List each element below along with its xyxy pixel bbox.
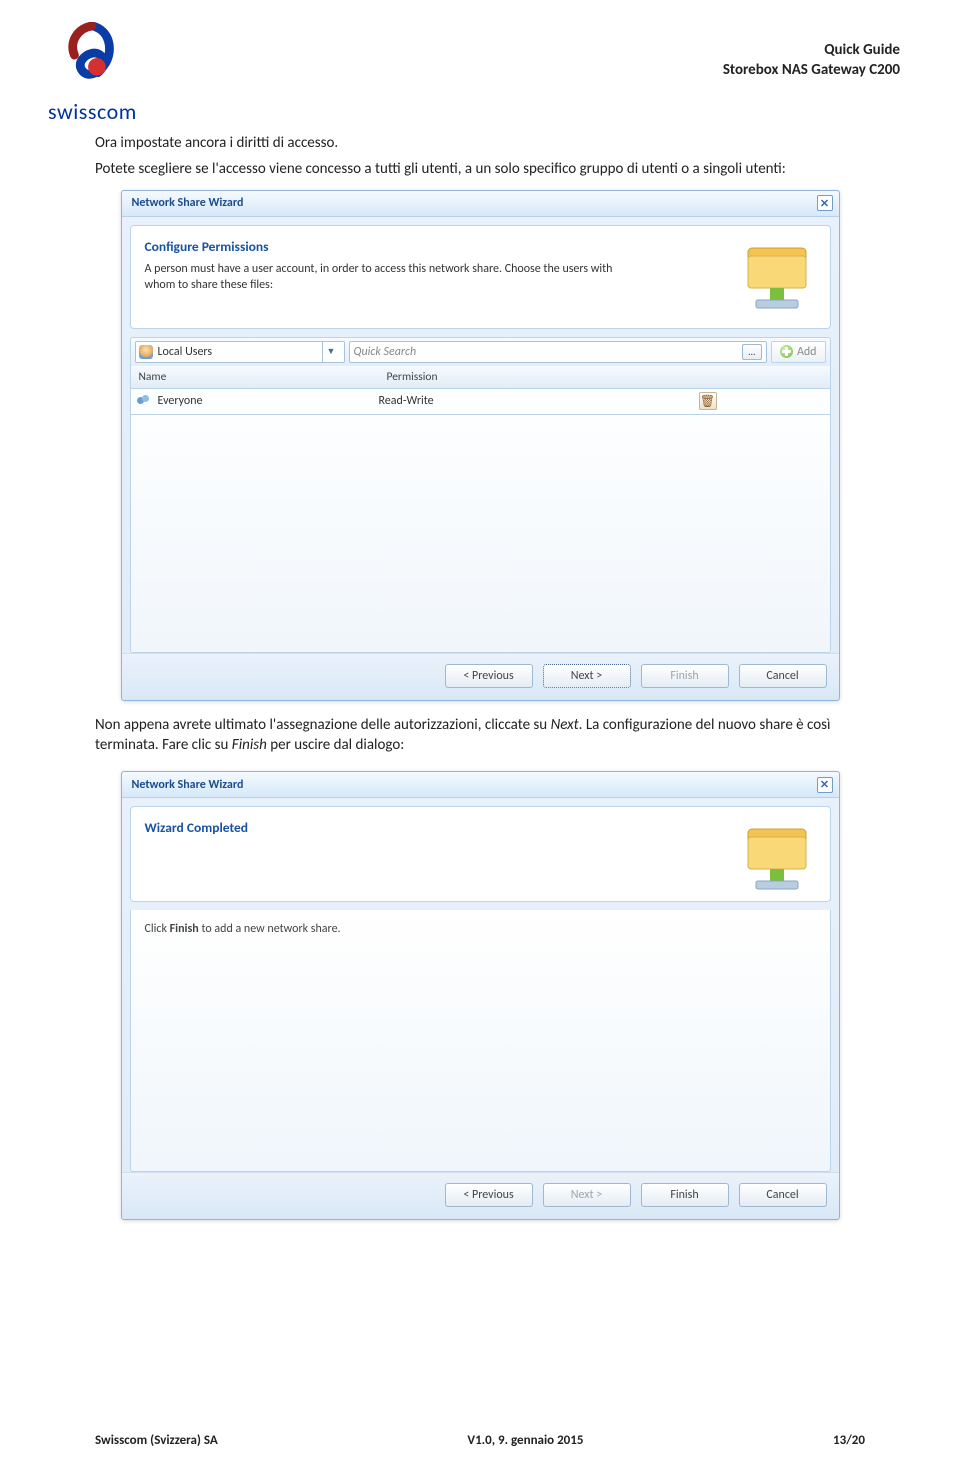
quick-search-placeholder: Quick Search (354, 345, 736, 359)
between-text: Non appena avrete ultimato l'assegnazion… (0, 701, 960, 762)
wizard-completed: Network Share Wizard ✕ Wizard Completed … (121, 771, 840, 1220)
page-footer: Swisscom (Svizzera) SA V1.0, 9. gennaio … (0, 1433, 960, 1448)
intro-p2: Potete scegliere se l'accesso viene conc… (95, 159, 865, 179)
wizard-footer: < Previous Next > Finish Cancel (122, 653, 839, 700)
permissions-toolbar: Local Users ▼ Quick Search … Add (130, 337, 831, 366)
footer-center: V1.0, 9. gennaio 2015 (467, 1433, 583, 1448)
wizard-title: Network Share Wizard (132, 196, 244, 210)
previous-button[interactable]: < Previous (445, 1183, 533, 1207)
wizard-titlebar: Network Share Wizard ✕ (122, 191, 839, 217)
user-scope-label: Local Users (158, 345, 213, 359)
add-label: Add (797, 345, 817, 359)
col-permission: Permission (379, 366, 699, 388)
doc-title-line2: Storebox NAS Gateway C200 (723, 60, 900, 80)
cancel-button[interactable]: Cancel (739, 664, 827, 688)
page-header: swisscom Quick Guide Storebox NAS Gatewa… (0, 0, 960, 125)
user-icon (139, 345, 153, 359)
group-icon (137, 395, 152, 408)
next-button[interactable]: Next > (543, 664, 631, 688)
finish-button[interactable]: Finish (641, 664, 729, 688)
network-folder-icon (738, 234, 820, 316)
permissions-blank-area (130, 415, 831, 653)
row-permission: Read-Write (379, 394, 699, 408)
swisscom-logo-icon (53, 22, 131, 100)
close-icon[interactable]: ✕ (817, 195, 833, 211)
plus-icon (780, 345, 793, 358)
footer-right: 13/20 (833, 1433, 865, 1448)
intro-text: Ora impostate ancora i diritti di access… (0, 125, 960, 180)
wizard-header-panel: Wizard Completed (130, 806, 831, 902)
wizard-titlebar: Network Share Wizard ✕ (122, 772, 839, 798)
brand-name: swisscom (48, 98, 137, 125)
wizard-header-panel: Configure Permissions A person must have… (130, 225, 831, 329)
cancel-button[interactable]: Cancel (739, 1183, 827, 1207)
table-row: Everyone Read-Write 🗑 (130, 389, 831, 415)
wizard-footer: < Previous Next > Finish Cancel (122, 1172, 839, 1219)
next-button[interactable]: Next > (543, 1183, 631, 1207)
previous-button[interactable]: < Previous (445, 664, 533, 688)
wizard-heading: Wizard Completed (145, 819, 816, 836)
network-folder-icon (738, 815, 820, 897)
footer-left: Swisscom (Svizzera) SA (95, 1433, 218, 1448)
row-name: Everyone (158, 394, 203, 408)
chevron-down-icon: ▼ (322, 342, 340, 362)
permissions-header-row: Name Permission (130, 366, 831, 389)
col-name: Name (131, 366, 379, 388)
close-icon[interactable]: ✕ (817, 777, 833, 793)
wizard-body: Click Finish to add a new network share. (130, 910, 831, 1172)
quick-search-input[interactable]: Quick Search … (349, 341, 767, 363)
delete-icon[interactable]: 🗑 (699, 392, 717, 410)
brand-logo: swisscom (48, 22, 137, 125)
intro-p1: Ora impostate ancora i diritti di access… (95, 133, 865, 153)
wizard-heading: Configure Permissions (145, 238, 816, 255)
add-button[interactable]: Add (771, 341, 826, 363)
user-scope-select[interactable]: Local Users ▼ (135, 341, 345, 363)
wizard-permissions: Network Share Wizard ✕ Configure Permiss… (121, 190, 840, 701)
wizard-description: A person must have a user account, in or… (145, 261, 645, 293)
browse-icon[interactable]: … (742, 344, 762, 360)
doc-title-line1: Quick Guide (723, 40, 900, 60)
finish-button[interactable]: Finish (641, 1183, 729, 1207)
doc-title: Quick Guide Storebox NAS Gateway C200 (723, 40, 900, 81)
wizard-title: Network Share Wizard (132, 778, 244, 792)
